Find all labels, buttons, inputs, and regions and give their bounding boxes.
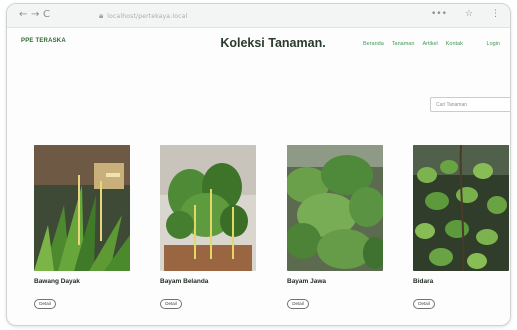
detail-button[interactable]: Detail [160,299,182,309]
plant-photo-bidara [413,145,509,271]
plant-card-bayam-jawa[interactable]: Bayam Jawa Detail [287,145,383,309]
back-icon[interactable]: ← [19,9,27,21]
plant-name: Bayam Jawa [287,278,327,285]
logo-title: PPE TERASKA [21,38,66,44]
nav-item-kontak[interactable]: Kontak [446,41,463,47]
plant-name: Bidara [413,278,434,285]
plant-card-bawang-dayak[interactable]: Bawang Dayak Detail [34,145,130,309]
browser-actions: ••• ☆ ⋮ [431,9,500,19]
nav-item-artikel[interactable]: Artikel [422,41,437,47]
more-icon[interactable]: ••• [431,9,447,19]
plant-image[interactable] [287,145,383,271]
lock-icon: 🔒︎ [99,11,104,20]
plant-name: Bayam Belanda [160,278,209,285]
browser-toolbar: ← → C 🔒︎ localhost/pertekaya.local ••• ☆… [7,4,510,28]
address-text: localhost/pertekaya.local [107,12,188,20]
address-bar[interactable]: 🔒︎ localhost/pertekaya.local [99,9,379,23]
plant-photo-bayam-jawa [287,145,383,271]
detail-button[interactable]: Detail [413,299,435,309]
search-input[interactable]: Cari Tanaman [430,97,510,112]
page-title: Koleksi Tanaman. [220,36,326,50]
plant-image[interactable] [160,145,256,271]
plant-photo-bawang-dayak [34,145,130,271]
plant-card-bayam-belanda[interactable]: Bayam Belanda Detail [160,145,256,309]
top-navigation: Beranda Tanaman Artikel Kontak [363,41,463,47]
plant-image[interactable] [413,145,509,271]
detail-button[interactable]: Detail [287,299,309,309]
nav-item-tanaman[interactable]: Tanaman [392,41,415,47]
plant-photo-bayam-belanda [160,145,256,271]
browser-window: ← → C 🔒︎ localhost/pertekaya.local ••• ☆… [6,3,511,326]
star-icon[interactable]: ☆ [465,9,473,19]
plant-card-bidara[interactable]: Bidara Detail [413,145,509,309]
login-link[interactable]: Login [487,41,500,47]
plant-image[interactable] [34,145,130,271]
forward-icon[interactable]: → [31,9,39,21]
nav-item-beranda[interactable]: Beranda [363,41,384,47]
site-logo[interactable]: PPE TERASKA [21,37,66,45]
detail-button[interactable]: Detail [34,299,56,309]
plant-name: Bawang Dayak [34,278,80,285]
reload-icon[interactable]: C [43,9,50,21]
menu-icon[interactable]: ⋮ [491,9,500,19]
